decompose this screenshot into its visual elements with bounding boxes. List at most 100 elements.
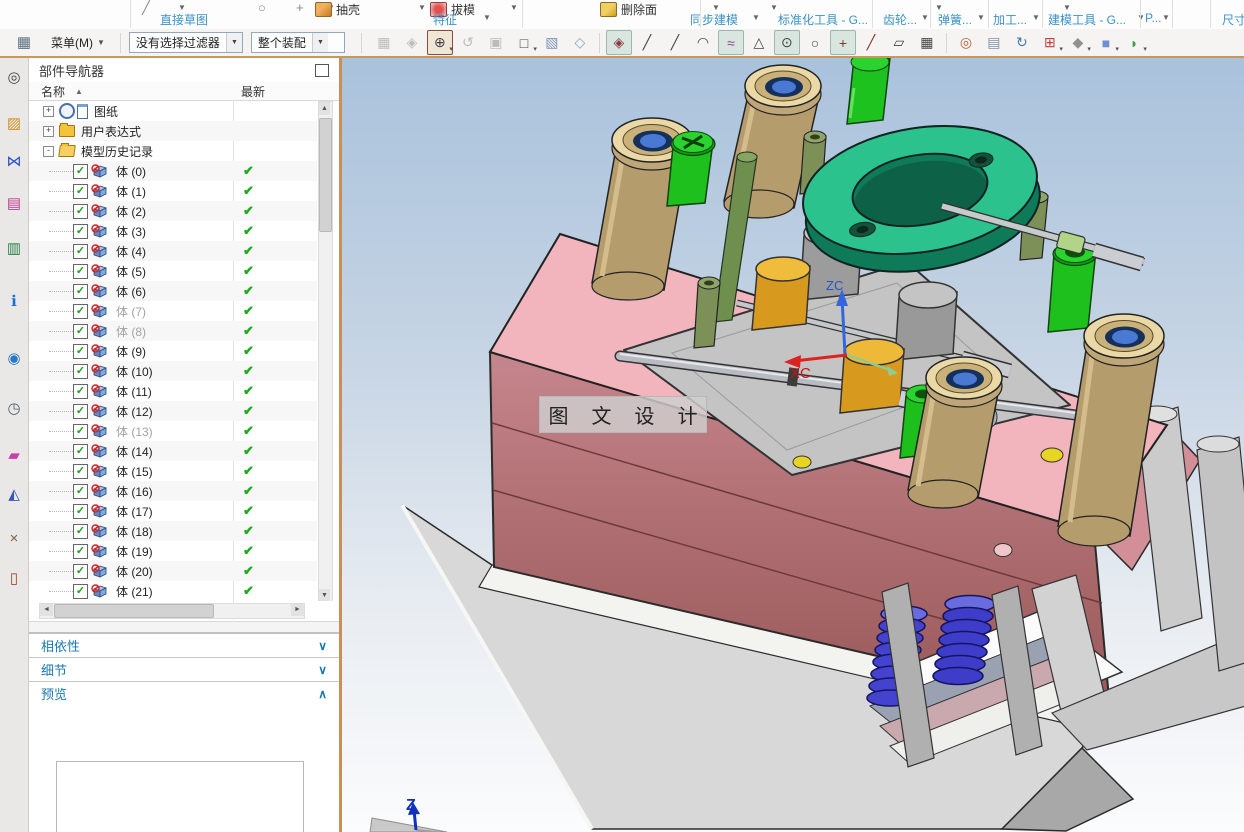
tree-body-row[interactable]: ✓体 (1)✔ — [29, 181, 317, 201]
arc-snap-icon[interactable]: ◠ — [690, 30, 716, 55]
body-checkbox[interactable]: ✓ — [73, 464, 88, 479]
tree-body-row[interactable]: ✓体 (10)✔ — [29, 361, 317, 381]
scrollbar-thumb[interactable] — [319, 118, 332, 232]
body-label[interactable]: 体 (3) — [116, 223, 146, 240]
tree-folder-row[interactable]: +用户表达式 — [29, 121, 317, 141]
body-checkbox[interactable]: ✓ — [73, 324, 88, 339]
tree-body-row[interactable]: ✓体 (16)✔ — [29, 481, 317, 501]
horizontal-scrollbar[interactable]: ◄ ► — [39, 603, 305, 619]
web-browser-icon[interactable]: ◉ — [3, 347, 25, 369]
body-label[interactable]: 体 (20) — [116, 563, 153, 580]
body-checkbox[interactable]: ✓ — [73, 384, 88, 399]
tree-body-row[interactable]: ✓体 (18)✔ — [29, 521, 317, 541]
tree-body-row[interactable]: ✓体 (19)✔ — [29, 541, 317, 561]
tree-body-row[interactable]: ✓体 (8)✔ — [29, 321, 317, 341]
group-modeling-tools[interactable]: 建模工具 - G... — [1048, 11, 1126, 28]
group-gear[interactable]: 齿轮... — [883, 11, 917, 28]
sketch-curve-icon[interactable]: ╱ — [142, 0, 150, 16]
selection-filter-dropdown[interactable]: 没有选择过滤器▼ — [129, 32, 243, 53]
tree-body-row[interactable]: ✓体 (9)✔ — [29, 341, 317, 361]
undo-icon[interactable]: ↺ — [455, 30, 481, 55]
side-hole[interactable] — [994, 544, 1012, 557]
body-checkbox[interactable]: ✓ — [73, 244, 88, 259]
body-label[interactable]: 体 (8) — [116, 323, 146, 340]
dropdown-caret[interactable]: ▼ — [510, 3, 518, 12]
scroll-left-icon[interactable]: ◄ — [40, 604, 53, 616]
body-label[interactable]: 体 (21) — [116, 583, 153, 600]
line-snap-icon[interactable]: ╱ — [662, 30, 688, 55]
group-synchronous-modeling[interactable]: 同步建模 — [690, 11, 738, 28]
scroll-right-icon[interactable]: ► — [291, 604, 304, 616]
assembly-navigator-icon[interactable]: ▨ — [3, 112, 25, 134]
body-label[interactable]: 体 (14) — [116, 443, 153, 460]
circle-tool-icon[interactable]: ○ — [258, 0, 266, 15]
selection-priority-icon[interactable]: ⊕▾ — [427, 30, 453, 55]
tree-folder-label[interactable]: 用户表达式 — [81, 123, 141, 140]
move-component-icon[interactable]: ◈ — [399, 30, 425, 55]
touch-mode-icon[interactable]: ▦ — [12, 33, 36, 53]
tree-body-row[interactable]: ✓体 (5)✔ — [29, 261, 317, 281]
assembly-constraints-icon[interactable]: ▦ — [371, 30, 397, 55]
body-checkbox[interactable]: ✓ — [73, 364, 88, 379]
menu-button[interactable]: 菜单(M)▼ — [44, 31, 112, 54]
body-checkbox[interactable]: ✓ — [73, 564, 88, 579]
snap-options-icon[interactable]: ◈ — [606, 30, 632, 55]
tree-folder-row[interactable]: -模型历史记录 — [29, 141, 317, 161]
shaded-block-icon[interactable]: ▧ — [539, 30, 565, 55]
body-checkbox[interactable]: ✓ — [73, 344, 88, 359]
selection-scope-dropdown[interactable]: 整个装配▼ — [251, 32, 345, 53]
body-label[interactable]: 体 (18) — [116, 523, 153, 540]
scroll-up-icon[interactable]: ▲ — [319, 102, 330, 115]
body-checkbox[interactable]: ✓ — [73, 404, 88, 419]
tree-body-row[interactable]: ✓体 (15)✔ — [29, 461, 317, 481]
point-snap-icon[interactable]: + — [830, 30, 856, 55]
shaded-cube-icon[interactable]: ■▾ — [1093, 30, 1119, 55]
tree-body-row[interactable]: ✓体 (21)✔ — [29, 581, 317, 601]
tree-body-row[interactable]: ✓体 (4)✔ — [29, 241, 317, 261]
tree-folder-label[interactable]: 图纸 — [94, 103, 118, 120]
tree-body-row[interactable]: ✓体 (20)✔ — [29, 561, 317, 581]
zoom-window-icon[interactable]: ◎ — [953, 30, 979, 55]
group-dimension[interactable]: 尺寸 — [1222, 11, 1244, 28]
shell-button[interactable]: 抽壳 — [315, 1, 360, 27]
body-checkbox[interactable]: ✓ — [73, 284, 88, 299]
body-checkbox[interactable]: ✓ — [73, 444, 88, 459]
select-rectangle-icon[interactable]: □▾ — [511, 30, 537, 55]
group-caret[interactable]: ▼ — [752, 13, 760, 22]
preview-panel-header[interactable]: 预览 ∧ — [29, 681, 339, 705]
body-label[interactable]: 体 (17) — [116, 503, 153, 520]
group-feature[interactable]: 特征 — [433, 11, 457, 28]
scrollbar-thumb[interactable] — [54, 604, 214, 618]
cap-screw-hole[interactable] — [793, 456, 811, 468]
point-on-face-snap-icon[interactable]: ▱ — [886, 30, 912, 55]
column-latest[interactable]: 最新 — [241, 83, 265, 100]
tree-body-row[interactable]: ✓体 (2)✔ — [29, 201, 317, 221]
tree-expander[interactable]: - — [43, 146, 54, 157]
group-caret[interactable]: ▼ — [977, 13, 985, 22]
part-navigator-icon[interactable]: ▤ — [3, 192, 25, 214]
tree-body-row[interactable]: ✓体 (7)✔ — [29, 301, 317, 321]
body-checkbox[interactable]: ✓ — [73, 164, 88, 179]
cap-screw-hole[interactable] — [1041, 448, 1063, 462]
green-cap-screw[interactable] — [847, 58, 890, 124]
body-checkbox[interactable]: ✓ — [73, 264, 88, 279]
body-label[interactable]: 体 (1) — [116, 183, 146, 200]
group-caret[interactable]: ▼ — [921, 13, 929, 22]
transparent-cube-icon[interactable]: ◇ — [567, 30, 593, 55]
body-label[interactable]: 体 (9) — [116, 343, 146, 360]
refresh-icon[interactable]: ↻ — [1009, 30, 1035, 55]
tree-body-row[interactable]: ✓体 (3)✔ — [29, 221, 317, 241]
body-label[interactable]: 体 (11) — [116, 383, 152, 400]
constraint-navigator-icon[interactable]: ⋈ — [3, 150, 25, 172]
body-checkbox[interactable]: ✓ — [73, 204, 88, 219]
point-on-curve-snap-icon[interactable]: ╱ — [858, 30, 884, 55]
tree-body-row[interactable]: ✓体 (0)✔ — [29, 161, 317, 181]
group-standard-tools[interactable]: 标准化工具 - G... — [778, 11, 868, 28]
body-checkbox[interactable]: ✓ — [73, 584, 88, 599]
body-label[interactable]: 体 (2) — [116, 203, 146, 220]
scroll-down-icon[interactable]: ▼ — [319, 589, 330, 601]
center-point-snap-icon[interactable]: ⊙ — [774, 30, 800, 55]
body-label[interactable]: 体 (4) — [116, 243, 146, 260]
group-caret[interactable]: ▼ — [483, 13, 491, 22]
tree-body-row[interactable]: ✓体 (17)✔ — [29, 501, 317, 521]
